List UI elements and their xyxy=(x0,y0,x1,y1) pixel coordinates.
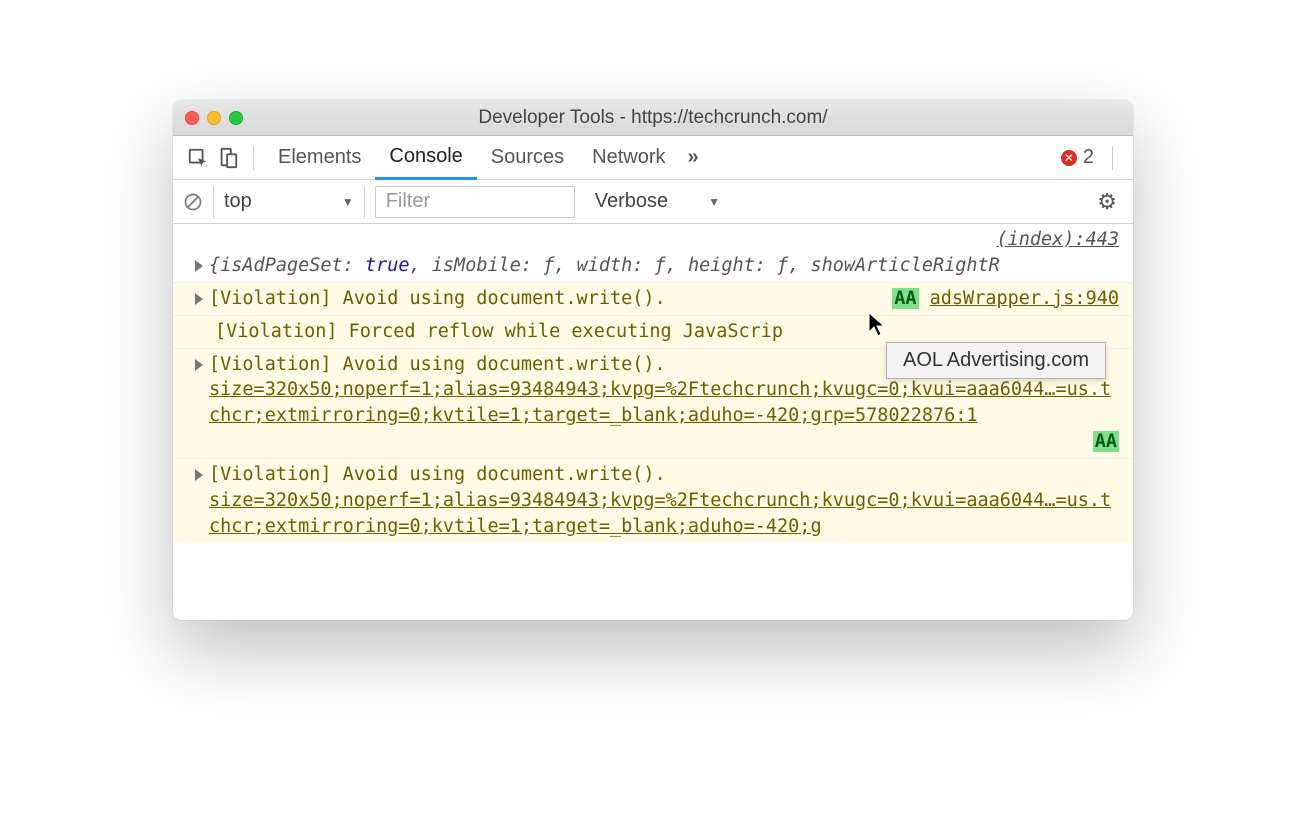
source-link[interactable]: (index):443 xyxy=(996,229,1119,250)
error-count[interactable]: ✕ 2 xyxy=(1061,146,1094,169)
source-link[interactable]: size=320x50;noperf=1;alias=93484943;kvpg… xyxy=(209,379,1111,426)
chevron-down-icon: ▼ xyxy=(708,195,720,209)
divider xyxy=(1112,146,1113,170)
log-level-value: Verbose xyxy=(595,190,668,213)
console-row[interactable]: (index):443 {isAdPageSet: true, isMobile… xyxy=(173,224,1133,283)
clear-console-icon[interactable] xyxy=(183,192,203,212)
source-link[interactable]: adsWrapper.js:940 xyxy=(930,288,1119,309)
log-level-selector[interactable]: Verbose ▼ xyxy=(585,190,730,213)
attribution-badge[interactable]: AA xyxy=(1093,431,1119,452)
devtools-window: Developer Tools - https://techcrunch.com… xyxy=(173,100,1133,620)
attribution-badge[interactable]: AA xyxy=(892,288,918,309)
console-toolbar: top ▼ Filter Verbose ▼ ⚙ xyxy=(173,180,1133,224)
tooltip: AOL Advertising.com xyxy=(886,342,1106,379)
window-title: Developer Tools - https://techcrunch.com… xyxy=(173,107,1133,129)
filter-input[interactable]: Filter xyxy=(375,186,575,218)
context-selector[interactable]: top ▼ xyxy=(213,186,365,218)
error-icon: ✕ xyxy=(1061,150,1077,166)
titlebar: Developer Tools - https://techcrunch.com… xyxy=(173,100,1133,136)
console-message: [Violation] Avoid using document.write()… xyxy=(209,462,1119,488)
tabs-more-icon[interactable]: » xyxy=(680,146,707,169)
console-message: {isAdPageSet: true, isMobile: ƒ, width: … xyxy=(209,253,1119,279)
device-toggle-icon[interactable] xyxy=(213,143,243,173)
console-message: [Violation] Forced reflow while executin… xyxy=(215,319,1119,345)
tabs-bar: Elements Console Sources Network » ✕ 2 xyxy=(173,136,1133,180)
tab-elements[interactable]: Elements xyxy=(264,136,375,179)
tab-sources[interactable]: Sources xyxy=(477,136,578,179)
gear-icon[interactable]: ⚙ xyxy=(1097,189,1117,215)
source-link[interactable]: size=320x50;noperf=1;alias=93484943;kvpg… xyxy=(209,490,1111,537)
chevron-down-icon: ▼ xyxy=(342,195,354,209)
divider xyxy=(253,146,254,170)
disclosure-triangle-icon[interactable] xyxy=(195,260,203,272)
console-output: (index):443 {isAdPageSet: true, isMobile… xyxy=(173,224,1133,620)
inspect-icon[interactable] xyxy=(183,143,213,173)
console-row[interactable]: [Violation] Avoid using document.write()… xyxy=(173,283,1133,316)
filter-placeholder: Filter xyxy=(386,190,430,213)
console-row[interactable]: [Violation] Avoid using document.write()… xyxy=(173,459,1133,543)
tooltip-text: AOL Advertising.com xyxy=(903,349,1089,371)
disclosure-triangle-icon[interactable] xyxy=(195,469,203,481)
error-count-value: 2 xyxy=(1083,146,1094,169)
disclosure-triangle-icon[interactable] xyxy=(195,293,203,305)
disclosure-triangle-icon[interactable] xyxy=(195,359,203,371)
tab-network[interactable]: Network xyxy=(578,136,679,179)
context-value: top xyxy=(224,190,252,213)
tab-console[interactable]: Console xyxy=(375,137,476,180)
console-message: [Violation] Avoid using document.write()… xyxy=(209,286,876,312)
